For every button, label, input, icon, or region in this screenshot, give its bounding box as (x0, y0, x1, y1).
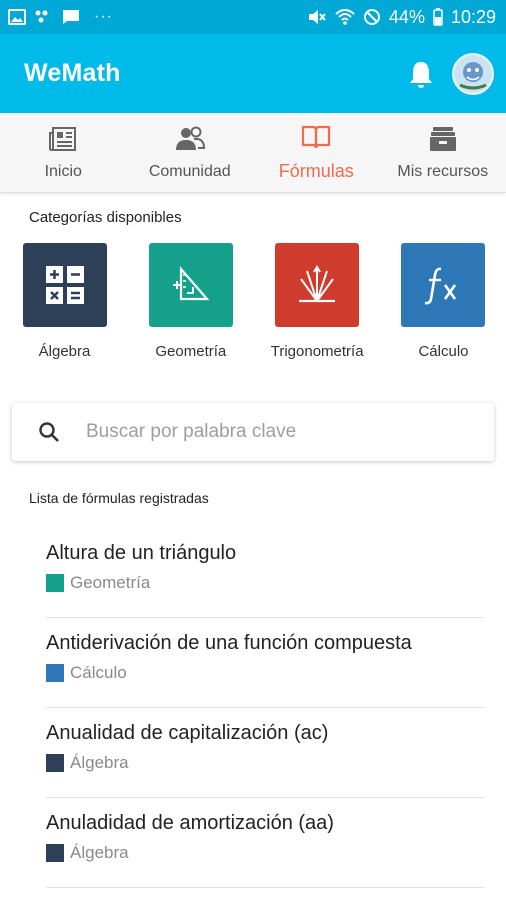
category-tile[interactable] (22, 243, 107, 327)
category-algebra[interactable]: Álgebra (22, 243, 107, 360)
fx-icon (425, 267, 457, 305)
search-icon[interactable] (38, 421, 60, 443)
more-notifications: ··· (94, 8, 113, 25)
status-bar-system: 44% 10:29 (307, 7, 496, 28)
formula-title: Antiderivación de una función compuesta (46, 632, 412, 654)
category-color-swatch (46, 844, 64, 862)
app-bar: WeMath (0, 34, 506, 113)
message-icon (63, 10, 79, 24)
categories-grid: Álgebra Geometría Trigonometría Cálculo (0, 243, 506, 360)
formula-title: Altura de un triángulo (46, 542, 237, 564)
formula-category: Álgebra (46, 843, 484, 863)
people-icon (175, 126, 205, 150)
category-label: Álgebra (38, 343, 91, 360)
triangle-ruler-icon (172, 266, 210, 301)
list-item[interactable]: Antiderivación de una función compuesta … (46, 618, 484, 708)
category-color-swatch (46, 574, 64, 592)
search-bar (12, 403, 494, 461)
battery-percentage: 44% (388, 6, 425, 27)
category-label: Cálculo (418, 343, 469, 360)
news-icon (49, 126, 77, 151)
category-geometria[interactable]: Geometría (148, 243, 233, 360)
calculator-icon (45, 266, 84, 304)
list-item[interactable]: Anualidad de capitalización (ac) Álgebra (46, 708, 484, 798)
list-item[interactable]: Anuladidad de amortización (aa) Álgebra (46, 798, 484, 888)
status-bar-notifications: ··· (8, 8, 113, 26)
tab-bar: Inicio Comunidad Fórmulas Mis recursos (0, 113, 506, 193)
formula-category-label: Geometría (70, 573, 151, 592)
category-label: Geometría (155, 343, 227, 360)
formula-category: Álgebra (46, 753, 484, 773)
status-bar: ··· 44% 10:29 (0, 0, 506, 34)
cast-icon (35, 10, 48, 23)
category-color-swatch (46, 754, 64, 772)
categories-title: Categorías disponibles (29, 209, 182, 226)
tab-label: Inicio (44, 162, 82, 180)
category-tile[interactable] (401, 243, 486, 327)
list-item[interactable]: Altura de un triángulo Geometría (46, 528, 484, 618)
tab-inicio[interactable]: Inicio (0, 113, 127, 192)
formula-category: Cálculo (46, 663, 484, 683)
category-tile[interactable] (275, 243, 360, 327)
category-trigonometria[interactable]: Trigonometría (271, 243, 364, 360)
tab-label: Fórmulas (278, 161, 354, 181)
formula-list: Altura de un triángulo Geometría Antider… (46, 528, 484, 888)
avatar-image (455, 55, 491, 92)
trig-vectors-icon (299, 265, 336, 303)
do-not-disturb-icon (363, 9, 380, 25)
formula-category: Geometría (46, 573, 484, 593)
mute-icon (308, 10, 326, 24)
category-color-swatch (46, 664, 64, 682)
category-label: Trigonometría (270, 343, 364, 360)
app-bar-actions (408, 52, 494, 95)
avatar[interactable] (452, 52, 494, 95)
battery-icon (433, 8, 443, 26)
category-tile[interactable] (148, 243, 233, 327)
formula-category-label: Álgebra (70, 843, 129, 862)
tab-comunidad[interactable]: Comunidad (127, 113, 254, 192)
formula-title: Anuladidad de amortización (aa) (46, 812, 334, 834)
tab-label: Mis recursos (397, 162, 489, 180)
archive-icon (429, 126, 456, 151)
wifi-icon (335, 9, 355, 25)
tab-formulas[interactable]: Fórmulas (253, 113, 380, 192)
category-calculo[interactable]: Cálculo (401, 243, 486, 360)
app-title: WeMath (24, 59, 121, 87)
formula-category-label: Cálculo (70, 663, 127, 682)
search-input[interactable] (86, 421, 466, 443)
tab-label: Comunidad (148, 162, 231, 180)
formula-category-label: Álgebra (70, 753, 129, 772)
bell-icon[interactable] (408, 59, 434, 89)
tab-mis-recursos[interactable]: Mis recursos (380, 113, 506, 192)
clock: 10:29 (450, 6, 496, 27)
formula-title: Anualidad de capitalización (ac) (46, 722, 329, 744)
image-icon (8, 9, 26, 25)
book-icon (302, 125, 331, 149)
formula-list-title: Lista de fórmulas registradas (29, 490, 209, 506)
